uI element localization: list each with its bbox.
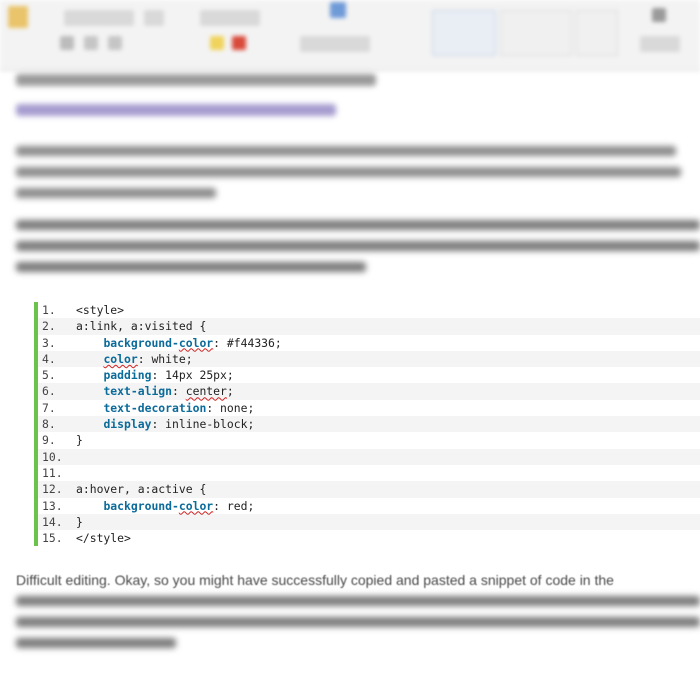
editing-button[interactable] — [640, 36, 680, 52]
code-line[interactable]: 9.} — [38, 432, 700, 448]
styles-gallery-item[interactable] — [500, 10, 572, 56]
spellcheck-underline: color — [178, 335, 214, 350]
line-number: 11. — [42, 465, 63, 480]
code-line[interactable]: 7. text-decoration: none; — [38, 400, 700, 416]
blurred-paragraph — [16, 590, 700, 648]
code-text: color: white; — [103, 351, 193, 366]
document-heading — [16, 74, 376, 86]
code-text: <style> — [76, 303, 125, 317]
code-text: display: inline-block; — [103, 417, 255, 432]
line-number: 9. — [42, 433, 56, 448]
css-property: text-align — [103, 384, 173, 399]
line-number: 7. — [42, 400, 56, 415]
code-text: a:hover, a:active { — [76, 482, 207, 497]
paste-icon[interactable] — [8, 6, 28, 28]
css-property: color — [103, 352, 137, 366]
line-number: 5. — [42, 368, 56, 383]
line-number: 4. — [42, 351, 56, 366]
code-text: text-decoration: none; — [103, 400, 255, 415]
spellcheck-underline: color — [178, 498, 214, 513]
line-number: 2. — [42, 319, 56, 334]
highlight-icon[interactable] — [210, 36, 224, 50]
bullets-button[interactable] — [200, 10, 260, 26]
code-text: background-color: #f44336; — [103, 335, 282, 350]
code-line[interactable]: 2. a:link, a:visited { — [38, 318, 700, 335]
ribbon-toolbar — [0, 0, 700, 71]
paragraph-button[interactable] — [300, 36, 370, 52]
code-text: </style> — [76, 531, 131, 546]
document-subheading — [16, 104, 336, 116]
code-line[interactable]: 1. <style> — [38, 302, 700, 318]
styles-gallery[interactable] — [432, 10, 496, 56]
line-number: 10. — [42, 449, 63, 464]
code-line[interactable]: 4. color: white; — [38, 350, 700, 368]
code-line[interactable]: 6. text-align: center; — [38, 383, 700, 400]
line-number: 15. — [42, 531, 63, 546]
line-number: 13. — [42, 498, 63, 513]
styles-gallery-item[interactable] — [576, 10, 618, 56]
code-line[interactable]: 5. padding: 14px 25px; — [38, 367, 700, 383]
css-property: text-decoration — [103, 400, 207, 415]
font-color-icon[interactable] — [232, 36, 246, 50]
spellcheck-underline: center — [185, 384, 227, 399]
blurred-paragraph — [16, 140, 700, 198]
code-text: a:link, a:visited { — [76, 319, 207, 334]
code-line[interactable]: 14.} — [38, 513, 700, 531]
line-number: 12. — [42, 482, 63, 497]
code-line[interactable]: 12. a:hover, a:active { — [38, 481, 700, 498]
italic-icon[interactable] — [84, 36, 98, 50]
line-number: 6. — [42, 384, 56, 399]
font-name-box[interactable] — [64, 10, 134, 26]
css-property: background-color — [103, 498, 214, 513]
paragraph-line: Difficult editing. Okay, so you might ha… — [16, 572, 614, 588]
code-line[interactable]: 11. — [38, 465, 700, 481]
code-text: padding: 14px 25px; — [103, 368, 234, 383]
code-line[interactable]: 15. </style> — [38, 530, 700, 546]
line-number: 1. — [42, 303, 56, 317]
line-number: 14. — [42, 514, 63, 529]
code-text: background-color: red; — [103, 498, 255, 513]
find-icon[interactable] — [652, 8, 666, 22]
line-number: 8. — [42, 417, 56, 432]
css-property: background-color — [103, 335, 214, 350]
css-property: padding — [103, 368, 152, 383]
font-size-box[interactable] — [144, 10, 164, 26]
code-text: } — [76, 433, 83, 448]
code-text: text-align: center; — [103, 384, 234, 399]
underline-icon[interactable] — [108, 36, 122, 50]
code-line[interactable]: 10. — [38, 448, 700, 465]
show-marks-icon[interactable] — [330, 2, 346, 18]
line-number: 3. — [42, 335, 56, 350]
code-line[interactable]: 3. background-color: #f44336; — [38, 335, 700, 351]
bottom-paragraph: Difficult editing. Okay, so you might ha… — [16, 570, 700, 590]
css-property: display — [103, 417, 152, 432]
code-block[interactable]: 1. <style> 2. a:link, a:visited {3. backgro… — [34, 302, 700, 547]
code-text: } — [76, 514, 83, 529]
blurred-paragraph — [16, 214, 700, 272]
code-line[interactable]: 13. background-color: red; — [38, 498, 700, 514]
spellcheck-underline: color — [103, 351, 138, 366]
code-line[interactable]: 8. display: inline-block; — [38, 416, 700, 433]
bold-icon[interactable] — [60, 36, 74, 50]
